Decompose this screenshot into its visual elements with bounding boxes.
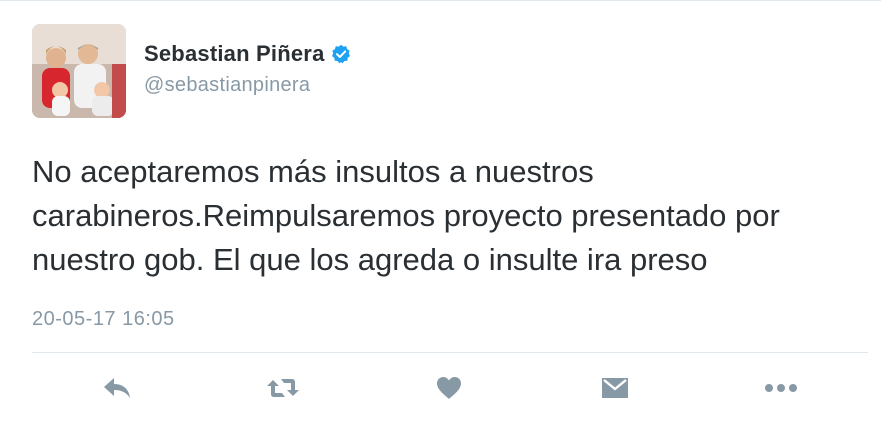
avatar-photo [32, 24, 126, 118]
reply-button[interactable] [100, 372, 134, 404]
actions-divider [32, 352, 868, 353]
author-name-row: Sebastian Piñera [144, 40, 351, 68]
like-button[interactable] [432, 372, 466, 404]
more-options-icon [764, 383, 798, 393]
verified-badge-icon [331, 44, 351, 64]
tweet-timestamp[interactable]: 20-05-17 16:05 [32, 308, 175, 331]
direct-message-icon [600, 375, 630, 401]
like-heart-icon [435, 375, 463, 401]
reply-icon [102, 376, 132, 400]
tweet-text: No aceptaremos más insultos a nuestros c… [32, 154, 780, 277]
direct-message-button[interactable] [598, 372, 632, 404]
more-options-button[interactable] [764, 372, 798, 404]
author-handle[interactable]: @sebastianpinera [144, 74, 310, 97]
retweet-button[interactable] [266, 372, 300, 404]
top-border [0, 0, 881, 1]
profile-avatar[interactable] [32, 24, 126, 118]
retweet-icon [266, 376, 300, 400]
author-display-name[interactable]: Sebastian Piñera [144, 41, 325, 67]
